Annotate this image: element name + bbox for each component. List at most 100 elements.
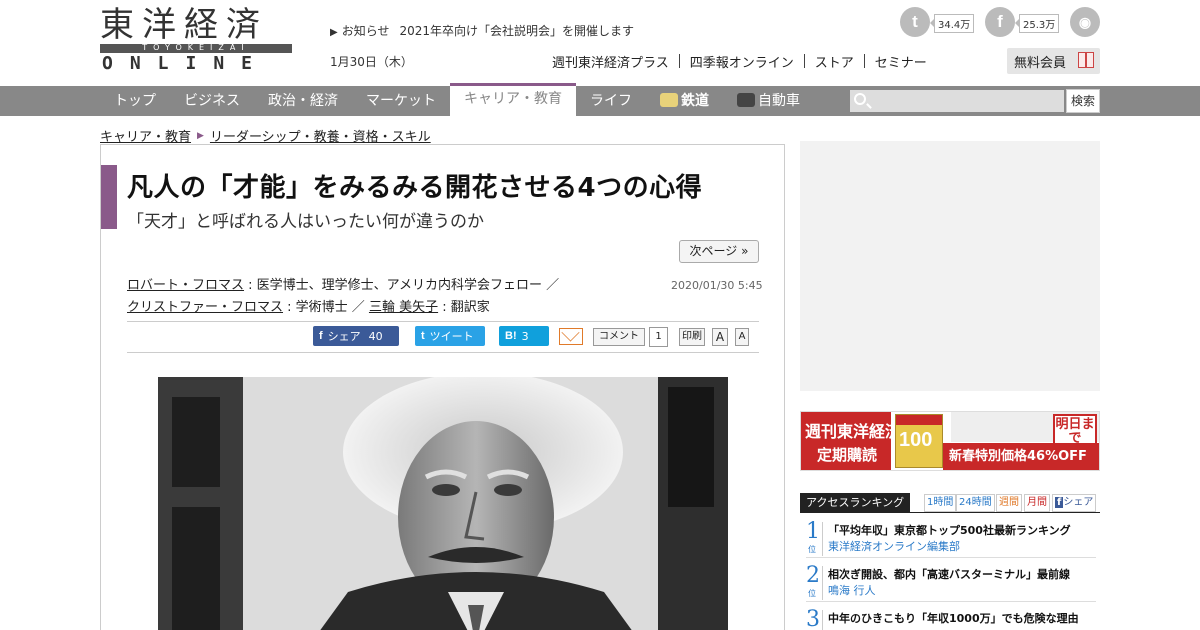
nav-career[interactable]: キャリア・教育 (450, 83, 576, 116)
portrait-image (158, 377, 728, 630)
ranking-headline[interactable]: 相次ぎ開設、都内「高速バスターミナル」最前線 (828, 566, 1070, 582)
search-input[interactable] (850, 90, 1064, 112)
notice-text[interactable]: 2021年卒向け「会社説明会」を開催します (399, 24, 634, 38)
site-header: 東洋経済 TOYOKEIZAI ONLINE ▶ お知らせ 2021年卒向け「会社説… (0, 0, 1200, 86)
twitter-count: 34.4万 (929, 14, 975, 33)
hatena-bookmark-button[interactable]: B! 3 (499, 326, 549, 346)
facebook-icon[interactable]: f (985, 7, 1015, 37)
ranking-source[interactable]: 鳴海 行人 (828, 582, 876, 598)
hatena-icon: B! (505, 330, 517, 342)
divider (678, 54, 680, 68)
breadcrumb-career[interactable]: キャリア・教育 (100, 126, 191, 145)
font-large-button[interactable]: A (712, 328, 728, 346)
search-icon (854, 93, 866, 105)
author-title: 学術博士 ／ (295, 300, 365, 315)
article-box: 凡人の「才能」をみるみる開花させる4つの心得 「天才」と呼ばれる人はいったい何が… (100, 144, 785, 630)
ranking-tab-24hours[interactable]: 24時間 (956, 494, 995, 512)
author-link[interactable]: クリストファー・フロマス (127, 300, 283, 315)
link-weekly-plus[interactable]: 週刊東洋経済プラス (552, 52, 669, 71)
promo-title: 週刊東洋経済 (805, 422, 902, 441)
divider (127, 321, 759, 322)
link-shikiho[interactable]: 四季報オンライン (690, 52, 794, 71)
nav-car-label: 自動車 (758, 93, 800, 109)
article-subtitle: 「天才」と呼ばれる人はいったい何が違うのか (127, 212, 484, 232)
notice-label: お知らせ (341, 24, 390, 38)
breadcrumb: キャリア・教育 ▶ リーダーシップ・教養・資格・スキル (100, 126, 431, 145)
print-button[interactable]: 印刷 (679, 328, 705, 346)
nav-car[interactable]: 自動車 (723, 86, 814, 116)
comment-button[interactable]: コメント (593, 328, 645, 346)
ranking-tab-weekly[interactable]: 週間 (996, 494, 1022, 512)
divider (822, 566, 823, 600)
magazine-cover-image: 100 (895, 414, 943, 468)
logo-online: ONLINE (102, 53, 270, 74)
title-accent-bar (101, 165, 117, 229)
translator-title: 翻訳家 (450, 300, 490, 315)
gift-icon (1078, 52, 1094, 68)
ranking-tab-monthly[interactable]: 月間 (1024, 494, 1050, 512)
publish-date: 2020/01/30 5:45 (671, 279, 763, 292)
ranking-source[interactable]: 東洋経済オンライン編集部 (828, 538, 960, 554)
facebook-share-button[interactable]: f シェア 40 (313, 326, 399, 346)
nav-top[interactable]: トップ (100, 86, 170, 116)
subscription-banner[interactable]: 週刊東洋経済 定期購読 100 明日まで 新春特別価格46%OFF (800, 411, 1100, 471)
share-count: 40 (368, 329, 383, 343)
triangle-right-icon: ▶ (330, 27, 338, 38)
ranking-unit: 位 (808, 589, 816, 598)
hatena-count: 3 (521, 329, 529, 343)
comment-count: 1 (649, 327, 668, 347)
next-page-button[interactable]: 次ページ » (679, 240, 759, 263)
twitter-icon[interactable]: t (900, 7, 930, 37)
ranking-tab-share[interactable]: f シェア (1052, 494, 1097, 512)
ranking-tab-share-label: シェア (1063, 497, 1094, 508)
nav-life[interactable]: ライフ (576, 86, 646, 116)
share-label: シェア (327, 330, 361, 343)
header-links: 週刊東洋経済プラス 四季報オンライン ストア セミナー (552, 52, 927, 71)
ranking-headline[interactable]: 「平均年収」東京都トップ500社最新ランキング (828, 522, 1071, 538)
rss-follow[interactable]: ◉ (1070, 7, 1100, 37)
rss-icon[interactable]: ◉ (1070, 7, 1100, 37)
divider (863, 54, 865, 68)
search-button[interactable]: 検索 (1066, 89, 1100, 113)
link-seminar[interactable]: セミナー (875, 52, 927, 71)
link-store[interactable]: ストア (815, 52, 854, 71)
divider (822, 610, 823, 630)
article-authors: ロバート・フロマス : 医学博士、理学修士、アメリカ内科学会フェロー ／ クリス… (127, 278, 560, 315)
nav-politics[interactable]: 政治・経済 (254, 86, 352, 116)
logo-sub: TOYOKEIZAI (142, 43, 250, 52)
ranking-headline[interactable]: 中年のひきこもり「年収1000万」でも危険な理由 (828, 610, 1079, 626)
facebook-icon: f (319, 330, 323, 342)
magazine-number: 100 (899, 429, 933, 451)
free-member-button[interactable]: 無料会員 (1007, 48, 1100, 74)
font-small-button[interactable]: A (735, 328, 749, 346)
divider (806, 557, 1096, 558)
ranking-tabs: アクセスランキング 1時間 24時間 週間 月間 f シェア (800, 493, 1100, 513)
article-photo (158, 377, 728, 630)
twitter-follow[interactable]: t 34.4万 (900, 7, 975, 37)
ranking-item[interactable]: 3 中年のひきこもり「年収1000万」でも危険な理由 (806, 608, 1100, 630)
promo-subtitle: 定期購読 (817, 446, 878, 464)
nav-railway-label: 鉄道 (681, 93, 709, 109)
facebook-follow[interactable]: f 25.3万 (985, 7, 1060, 37)
site-logo[interactable]: 東洋経済 TOYOKEIZAI ONLINE (100, 6, 292, 74)
car-icon (737, 93, 755, 107)
ranking-tab-1hour[interactable]: 1時間 (924, 494, 957, 512)
breadcrumb-leadership[interactable]: リーダーシップ・教養・資格・スキル (210, 126, 431, 145)
nav-business[interactable]: ビジネス (170, 86, 254, 116)
ranking-number: 3 (806, 608, 820, 630)
author-link[interactable]: ロバート・フロマス (127, 278, 244, 293)
nav-market[interactable]: マーケット (352, 86, 450, 116)
mail-icon[interactable] (559, 328, 583, 345)
facebook-count: 25.3万 (1014, 14, 1060, 33)
current-date: 1月30日（木） (330, 55, 413, 69)
ranking-title: アクセスランキング (800, 493, 911, 513)
triangle-right-icon: ▶ (197, 130, 204, 141)
twitter-icon: t (421, 330, 425, 342)
notice-bar[interactable]: ▶ お知らせ 2021年卒向け「会社説明会」を開催します (330, 22, 634, 39)
magazine-header (896, 415, 942, 425)
tweet-button[interactable]: t ツイート (415, 326, 485, 346)
translator-link[interactable]: 三輪 美矢子 (369, 300, 438, 315)
divider (806, 601, 1096, 602)
ad-slot[interactable] (800, 141, 1100, 391)
nav-railway[interactable]: 鉄道 (646, 86, 723, 116)
